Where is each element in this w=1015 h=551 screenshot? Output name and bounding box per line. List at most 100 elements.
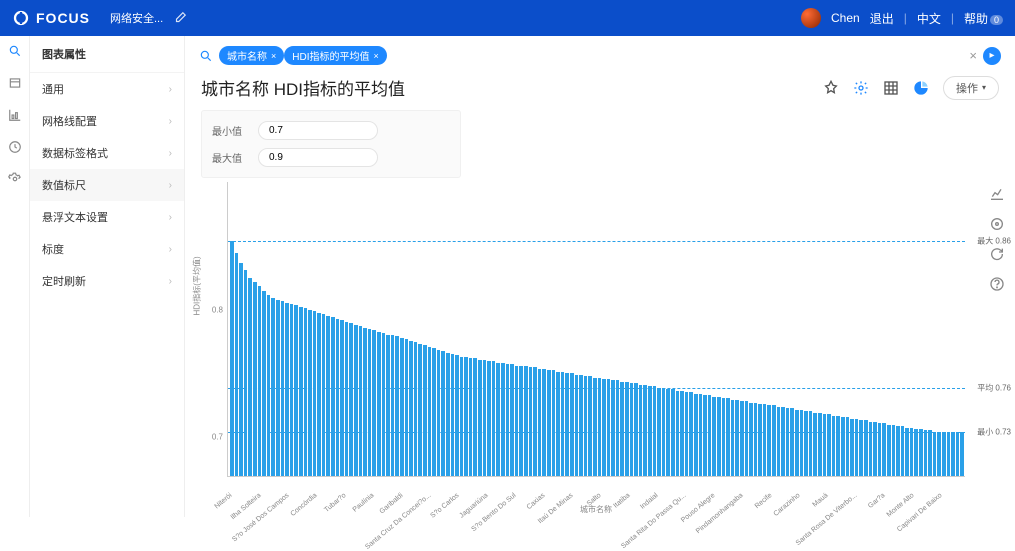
min-input[interactable] bbox=[258, 121, 378, 140]
property-item[interactable]: 数值标尺› bbox=[30, 169, 184, 201]
bar[interactable] bbox=[294, 305, 298, 476]
bar[interactable] bbox=[313, 311, 317, 476]
bar[interactable] bbox=[905, 428, 909, 477]
settings-icon[interactable] bbox=[8, 172, 22, 186]
bar[interactable] bbox=[754, 403, 758, 477]
bar[interactable] bbox=[763, 404, 767, 476]
breadcrumb-text[interactable]: 网络安全... bbox=[110, 10, 163, 26]
bar[interactable] bbox=[368, 329, 372, 476]
query-search-icon[interactable] bbox=[199, 49, 213, 63]
bar[interactable] bbox=[809, 411, 813, 476]
bar[interactable] bbox=[726, 398, 730, 476]
config-icon[interactable] bbox=[989, 216, 1005, 232]
bar[interactable] bbox=[611, 380, 615, 476]
bar[interactable] bbox=[304, 308, 308, 476]
bar[interactable] bbox=[501, 363, 505, 476]
bar[interactable] bbox=[538, 369, 542, 476]
bar[interactable] bbox=[405, 339, 409, 476]
search-icon[interactable] bbox=[8, 44, 22, 58]
bar[interactable] bbox=[745, 401, 749, 476]
bar[interactable] bbox=[423, 345, 427, 476]
bar[interactable] bbox=[643, 385, 647, 476]
pie-icon[interactable] bbox=[913, 80, 929, 96]
bar[interactable] bbox=[428, 347, 432, 476]
bar[interactable] bbox=[767, 405, 771, 476]
bar[interactable] bbox=[579, 375, 583, 476]
bar[interactable] bbox=[510, 364, 514, 476]
property-item[interactable]: 标度› bbox=[30, 233, 184, 265]
grid-icon[interactable] bbox=[883, 80, 899, 96]
bar[interactable] bbox=[634, 383, 638, 476]
bar[interactable] bbox=[813, 413, 817, 476]
bar[interactable] bbox=[432, 348, 436, 476]
bar[interactable] bbox=[441, 351, 445, 476]
bar[interactable] bbox=[722, 398, 726, 476]
history-icon[interactable] bbox=[8, 140, 22, 154]
bar[interactable] bbox=[322, 314, 326, 476]
bar[interactable] bbox=[749, 403, 753, 477]
bar[interactable] bbox=[418, 344, 422, 476]
bar[interactable] bbox=[409, 341, 413, 476]
bar[interactable] bbox=[836, 416, 840, 476]
bar[interactable] bbox=[262, 291, 266, 476]
bar[interactable] bbox=[896, 426, 900, 476]
bar[interactable] bbox=[331, 317, 335, 476]
bar[interactable] bbox=[299, 307, 303, 476]
bar[interactable] bbox=[515, 366, 519, 476]
bar[interactable] bbox=[928, 430, 932, 476]
bar[interactable] bbox=[455, 355, 459, 476]
line-chart-icon[interactable] bbox=[989, 186, 1005, 202]
bar[interactable] bbox=[345, 322, 349, 476]
bar[interactable] bbox=[607, 379, 611, 476]
lang-link[interactable]: 中文 bbox=[917, 10, 941, 27]
bar[interactable] bbox=[317, 313, 321, 476]
bar[interactable] bbox=[827, 414, 831, 476]
bar[interactable] bbox=[689, 392, 693, 476]
bar[interactable] bbox=[864, 420, 868, 476]
bar[interactable] bbox=[336, 319, 340, 476]
run-query-button[interactable]: ▸ bbox=[983, 47, 1001, 65]
bar[interactable] bbox=[630, 383, 634, 476]
bar[interactable] bbox=[285, 303, 289, 476]
bar[interactable] bbox=[258, 286, 262, 476]
bar[interactable] bbox=[363, 328, 367, 476]
bar[interactable] bbox=[372, 330, 376, 476]
bar[interactable] bbox=[841, 417, 845, 476]
bar[interactable] bbox=[625, 382, 629, 476]
bar[interactable] bbox=[460, 357, 464, 476]
bar[interactable] bbox=[239, 263, 243, 476]
bar[interactable] bbox=[230, 241, 234, 476]
bar[interactable] bbox=[924, 430, 928, 476]
bar[interactable] bbox=[492, 361, 496, 476]
help-link[interactable]: 帮助0 bbox=[964, 10, 1003, 27]
bar[interactable] bbox=[777, 407, 781, 476]
max-input[interactable] bbox=[258, 148, 378, 167]
bar[interactable] bbox=[575, 375, 579, 476]
bar[interactable] bbox=[740, 401, 744, 476]
bar[interactable] bbox=[547, 370, 551, 476]
bar[interactable] bbox=[290, 304, 294, 476]
bar[interactable] bbox=[790, 408, 794, 476]
pin-icon[interactable] bbox=[823, 80, 839, 96]
bar[interactable] bbox=[253, 282, 257, 476]
bar[interactable] bbox=[473, 358, 477, 476]
bar[interactable] bbox=[772, 405, 776, 476]
bar[interactable] bbox=[680, 391, 684, 476]
bar[interactable] bbox=[873, 422, 877, 476]
bar[interactable] bbox=[818, 413, 822, 476]
avatar[interactable] bbox=[801, 8, 821, 28]
bar[interactable] bbox=[598, 378, 602, 476]
clear-query-button[interactable]: × bbox=[969, 48, 977, 63]
help-icon[interactable] bbox=[989, 276, 1005, 292]
bar[interactable] bbox=[832, 416, 836, 476]
bar[interactable] bbox=[414, 342, 418, 476]
table-icon[interactable] bbox=[8, 76, 22, 90]
bar[interactable] bbox=[326, 316, 330, 476]
bar[interactable] bbox=[910, 428, 914, 477]
bar[interactable] bbox=[823, 414, 827, 476]
bar[interactable] bbox=[937, 432, 941, 476]
bar[interactable] bbox=[859, 420, 863, 476]
bar[interactable] bbox=[914, 429, 918, 476]
bar[interactable] bbox=[795, 410, 799, 476]
query-pill[interactable]: HDI指标的平均值 × bbox=[284, 46, 387, 65]
